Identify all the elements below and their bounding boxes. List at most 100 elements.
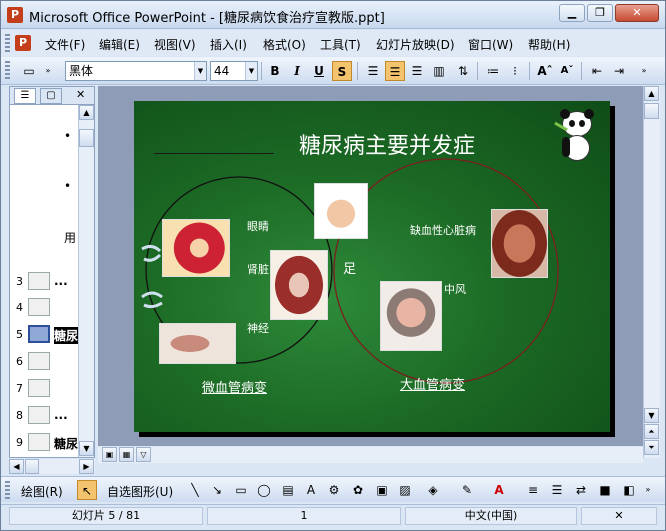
label-foot[interactable]: 足: [343, 258, 356, 277]
increase-font-button[interactable]: Aˆ: [535, 61, 555, 81]
eye-image[interactable]: [162, 219, 230, 277]
chevron-down-icon[interactable]: ▼: [245, 62, 257, 80]
scroll-thumb[interactable]: [79, 129, 94, 147]
heart-image[interactable]: [491, 209, 548, 278]
autoshape-menu[interactable]: 自选图形(U): [107, 483, 173, 500]
slide-thumbnail[interactable]: 8...: [10, 405, 80, 427]
italic-button[interactable]: I: [287, 61, 307, 81]
pane-scrollbar[interactable]: ▲ ▼: [78, 105, 94, 457]
align-center-icon[interactable]: ☰: [385, 61, 405, 81]
diagram-icon[interactable]: ⚙: [324, 480, 344, 500]
toolbar-options-icon[interactable]: »: [637, 61, 651, 81]
decrease-font-button[interactable]: Aˇ: [557, 61, 577, 81]
numbering-icon[interactable]: ≔: [483, 61, 503, 81]
align-left-icon[interactable]: ☰: [363, 61, 383, 81]
scroll-left-icon[interactable]: ◀: [9, 459, 24, 474]
scroll-right-icon[interactable]: ▶: [79, 459, 94, 474]
slide-thumbnail[interactable]: 4: [10, 297, 80, 319]
slideshow-icon[interactable]: ▽: [136, 447, 151, 462]
slide-canvas[interactable]: 糖尿病主要并发症 眼睛 肾脏 神经 足 缺血性心脏病 中风 微血管病变 大血管病…: [134, 101, 610, 432]
justify-icon[interactable]: ▥: [429, 61, 449, 81]
slide-thumbnail[interactable]: 6: [10, 351, 80, 373]
document-icon[interactable]: P: [15, 35, 31, 51]
menu-window[interactable]: 窗口(W): [468, 36, 513, 53]
label-nerve[interactable]: 神经: [247, 320, 269, 336]
bullets-icon[interactable]: ⁝: [505, 61, 525, 81]
close-button[interactable]: ✕: [615, 4, 659, 22]
new-document-icon[interactable]: ▭: [19, 61, 39, 81]
insert-picture-icon[interactable]: ▣: [372, 480, 392, 500]
slide-scrollbar[interactable]: ▲ ▼ ⏶ ⏷: [643, 86, 660, 458]
menu-view[interactable]: 视图(V): [154, 36, 196, 53]
scroll-up-icon[interactable]: ▲: [644, 86, 659, 101]
shadow-style-icon[interactable]: ■: [595, 480, 615, 500]
arrow-style-icon[interactable]: ⇄: [571, 480, 591, 500]
minimize-button[interactable]: ▁: [559, 4, 585, 22]
chevron-down-icon[interactable]: ▼: [194, 62, 206, 80]
label-kidney[interactable]: 肾脏: [247, 261, 269, 277]
brain-image[interactable]: [380, 281, 442, 351]
menu-format[interactable]: 格式(O): [263, 36, 306, 53]
line-style-icon[interactable]: ≡: [523, 480, 543, 500]
toolbar-options-icon[interactable]: »: [641, 480, 655, 500]
decrease-indent-icon[interactable]: ⇤: [587, 61, 607, 81]
menu-tools[interactable]: 工具(T): [320, 36, 361, 53]
slide-sorter-icon[interactable]: ▦: [119, 447, 134, 462]
previous-slide-icon[interactable]: ⏶: [644, 424, 659, 439]
label-heart-disease[interactable]: 缺血性心脏病: [410, 222, 476, 238]
foot-image[interactable]: [314, 183, 368, 239]
maximize-button[interactable]: ❐: [587, 4, 613, 22]
bold-button[interactable]: B: [265, 61, 285, 81]
font-color-icon[interactable]: A: [489, 480, 509, 500]
label-stroke[interactable]: 中风: [444, 281, 466, 297]
outline-tab[interactable]: ☰: [14, 88, 36, 104]
close-pane-icon[interactable]: ✕: [76, 88, 85, 101]
scroll-down-icon[interactable]: ▼: [644, 408, 659, 423]
select-pointer-icon[interactable]: ↖: [77, 480, 97, 500]
kidney-image[interactable]: [270, 250, 328, 320]
menu-edit[interactable]: 编辑(E): [99, 36, 140, 53]
label-macrovascular[interactable]: 大血管病变: [400, 374, 465, 393]
pane-horizontal-scrollbar[interactable]: ◀ ▶: [9, 459, 95, 474]
menu-help[interactable]: 帮助(H): [528, 36, 570, 53]
arrow-icon[interactable]: ↘: [207, 480, 227, 500]
label-eye[interactable]: 眼睛: [247, 218, 269, 234]
next-slide-icon[interactable]: ⏷: [644, 440, 659, 455]
increase-indent-icon[interactable]: ⇥: [609, 61, 629, 81]
spelling-status-icon[interactable]: ✕: [581, 507, 657, 525]
oval-icon[interactable]: ◯: [254, 480, 274, 500]
textbox-icon[interactable]: ▤: [278, 480, 298, 500]
scroll-up-icon[interactable]: ▲: [79, 105, 94, 120]
draw-menu[interactable]: 绘图(R): [21, 483, 63, 500]
rectangle-icon[interactable]: ▭: [231, 480, 251, 500]
underline-button[interactable]: U: [309, 61, 329, 81]
clipart-icon[interactable]: ✿: [348, 480, 368, 500]
slide-thumbnail[interactable]: 3...: [10, 271, 80, 293]
font-size-select[interactable]: 44 ▼: [210, 61, 258, 81]
line-color-icon[interactable]: ✎: [457, 480, 477, 500]
slide-thumbnail[interactable]: 7: [10, 378, 80, 400]
wordart-icon[interactable]: A: [301, 480, 321, 500]
menu-slideshow[interactable]: 幻灯片放映(D): [376, 36, 455, 53]
text-direction-icon[interactable]: ⇅: [453, 61, 473, 81]
toolbar-grip[interactable]: [5, 481, 10, 499]
font-name-select[interactable]: 黑体 ▼: [65, 61, 207, 81]
line-icon[interactable]: ╲: [185, 480, 205, 500]
slides-tab[interactable]: ▢: [40, 88, 62, 104]
nerve-image[interactable]: [159, 323, 236, 364]
picture-icon[interactable]: ▨: [395, 480, 415, 500]
toolbar-grip[interactable]: [5, 61, 10, 81]
menu-file[interactable]: 文件(F): [45, 36, 85, 53]
3d-style-icon[interactable]: ◧: [619, 480, 639, 500]
menu-insert[interactable]: 插入(I): [210, 36, 247, 53]
normal-view-icon[interactable]: ▣: [102, 447, 117, 462]
scroll-thumb[interactable]: [644, 103, 659, 119]
scroll-down-icon[interactable]: ▼: [79, 441, 94, 456]
label-microvascular[interactable]: 微血管病变: [202, 377, 267, 396]
menu-grip[interactable]: [5, 34, 10, 52]
dash-style-icon[interactable]: ☰: [547, 480, 567, 500]
toolbar-options-icon[interactable]: »: [41, 61, 55, 81]
scroll-thumb[interactable]: [25, 459, 39, 474]
fill-color-icon[interactable]: ◈: [423, 480, 443, 500]
align-right-icon[interactable]: ☰: [407, 61, 427, 81]
